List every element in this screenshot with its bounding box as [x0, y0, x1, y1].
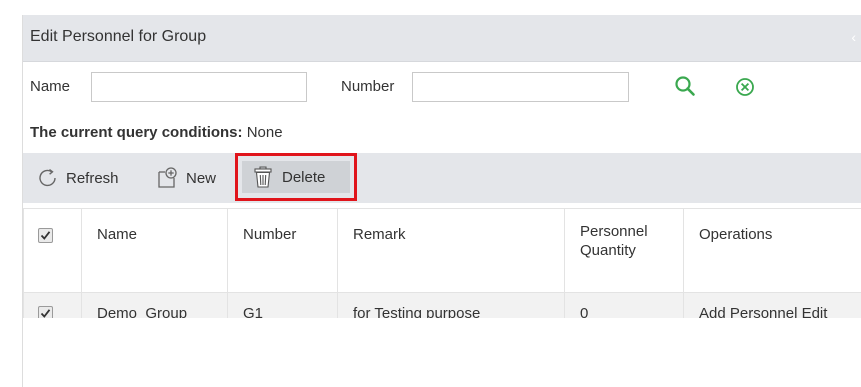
trash-icon [254, 166, 272, 188]
name-label: Name [30, 78, 71, 95]
column-header-personnel-quantity[interactable]: Personnel Quantity [564, 208, 684, 293]
delete-button[interactable]: Delete [242, 161, 350, 193]
column-header-name[interactable]: Name [81, 208, 228, 293]
select-all-cell [23, 208, 82, 293]
group-table: Name Number Remark Personnel Quantity Op… [23, 208, 861, 334]
clear-circle-icon[interactable] [735, 77, 755, 101]
refresh-icon [39, 168, 56, 187]
refresh-button[interactable]: Refresh [37, 161, 119, 195]
column-header-number[interactable]: Number [227, 208, 338, 293]
select-all-checkbox[interactable] [38, 227, 53, 243]
toolbar: Refresh New Delete [23, 153, 861, 203]
number-label: Number [341, 78, 395, 95]
new-label: New [186, 169, 217, 187]
column-header-remark[interactable]: Remark [337, 208, 565, 293]
new-button[interactable]: New [155, 161, 216, 195]
refresh-label: Refresh [66, 169, 119, 187]
query-label: The current query conditions: [30, 124, 243, 141]
delete-highlight-box: Delete [235, 153, 357, 201]
new-icon [158, 167, 177, 188]
panel-header: Edit Personnel for Group ‹ [23, 15, 861, 62]
search-bar: Name Number [23, 62, 861, 118]
table-empty-area [23, 318, 861, 387]
number-input[interactable] [412, 72, 629, 102]
delete-label: Delete [282, 168, 326, 186]
table-header-row: Name Number Remark Personnel Quantity Op… [23, 208, 861, 293]
personnel-quantity-line2: Quantity [580, 242, 636, 259]
personnel-quantity-line1: Personnel [580, 223, 648, 240]
query-value: None [246, 124, 283, 141]
edit-personnel-panel: Edit Personnel for Group ‹ Name Number T… [22, 15, 861, 387]
chevron-left-icon[interactable]: ‹ [851, 29, 856, 45]
panel-title: Edit Personnel for Group [30, 28, 207, 45]
column-header-operations: Operations [683, 208, 861, 293]
name-input[interactable] [91, 72, 307, 102]
search-icon[interactable] [674, 75, 696, 101]
query-conditions: The current query conditions: None [30, 124, 283, 141]
